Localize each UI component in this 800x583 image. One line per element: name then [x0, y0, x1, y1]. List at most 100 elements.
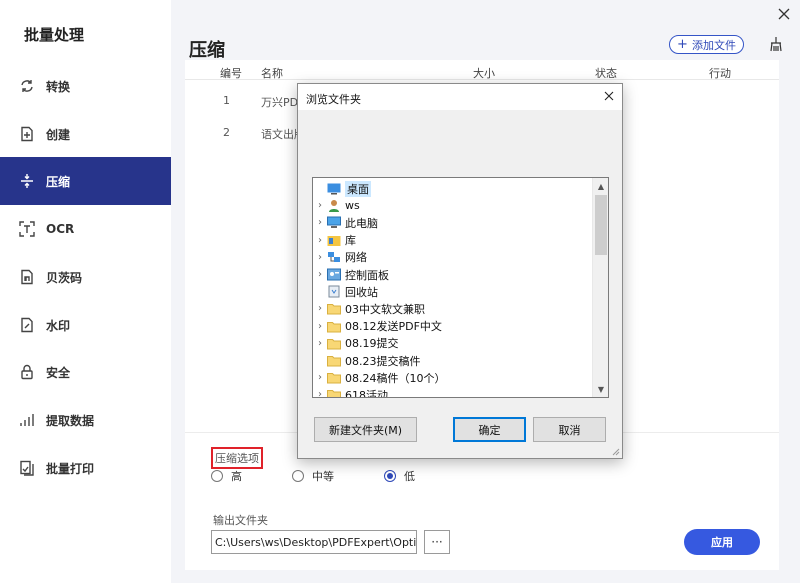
chevron-right-icon[interactable]: › — [313, 372, 327, 383]
folder-icon — [327, 302, 341, 315]
radio-label: 低 — [404, 470, 415, 483]
cancel-button[interactable]: 取消 — [533, 417, 606, 442]
tree-item[interactable]: › 网络 — [313, 249, 593, 266]
tree-item[interactable]: › ws — [313, 197, 593, 214]
tree-item-label: 控制面板 — [345, 268, 389, 282]
column-header-number: 编号 — [220, 67, 242, 80]
chevron-right-icon[interactable]: › — [313, 200, 327, 211]
sidebar-item-watermark[interactable]: 水印 — [0, 301, 171, 349]
ocr-icon — [18, 220, 36, 238]
sidebar-item-label: 转换 — [46, 79, 71, 94]
ok-button[interactable]: 确定 — [453, 417, 526, 442]
create-icon — [18, 125, 36, 143]
column-header-action: 行动 — [709, 67, 731, 80]
folder-icon — [327, 354, 341, 367]
radio-circle — [211, 470, 223, 482]
tree-item-label: 08.23提交稿件 — [345, 354, 421, 368]
chevron-right-icon[interactable]: › — [313, 389, 327, 397]
tree-item-label: ws — [345, 199, 360, 213]
tree-item-label: 08.19提交 — [345, 337, 399, 351]
compression-level-group: 高 中等 低 — [211, 468, 465, 484]
radio-medium[interactable]: 中等 — [292, 468, 334, 484]
output-folder-input[interactable]: C:\Users\ws\Desktop\PDFExpert\Optimi — [211, 530, 417, 554]
scroll-down-icon[interactable]: ▼ — [593, 381, 608, 397]
column-header-size: 大小 — [473, 67, 495, 80]
tree-scrollbar[interactable]: ▲ ▼ — [592, 178, 608, 397]
sidebar-item-label: OCR — [46, 222, 75, 236]
column-header-status: 状态 — [595, 67, 617, 80]
plus-icon: + — [677, 37, 688, 52]
chevron-right-icon[interactable]: › — [313, 235, 327, 246]
table-header: 编号 名称 大小 状态 行动 — [185, 60, 779, 80]
tree-item-label: 03中文软文兼职 — [345, 302, 425, 316]
scroll-thumb[interactable] — [595, 195, 607, 255]
close-icon[interactable] — [776, 6, 792, 22]
compression-options-label: 压缩选项 — [211, 447, 263, 469]
radio-low[interactable]: 低 — [384, 468, 415, 484]
radio-circle — [292, 470, 304, 482]
folder-icon — [327, 337, 341, 350]
tree-item[interactable]: 回收站 — [313, 283, 593, 300]
sidebar-item-label: 水印 — [46, 318, 71, 333]
sidebar-item-create[interactable]: 创建 — [0, 110, 171, 158]
sidebar-item-label: 贝茨码 — [46, 270, 83, 285]
browse-folder-dialog: 浏览文件夹 桌面 › ws › 此电脑 › 库 › 网络 › 控制面板 回收站 › 03中文软文兼职 › 08… — [297, 83, 623, 459]
radio-circle — [384, 470, 396, 482]
sidebar-title: 批量处理 — [24, 26, 85, 44]
sidebar-item-bates[interactable]: 贝茨码 — [0, 253, 171, 301]
chevron-right-icon[interactable]: › — [313, 252, 327, 263]
dialog-titlebar: 浏览文件夹 — [298, 84, 622, 110]
row-number: 2 — [223, 126, 230, 139]
sidebar-item-compress[interactable]: 压缩 — [0, 157, 171, 205]
dialog-close-icon[interactable] — [602, 89, 616, 103]
network-icon — [327, 251, 341, 264]
chevron-right-icon[interactable]: › — [313, 269, 327, 280]
chevron-right-icon[interactable]: › — [313, 217, 327, 228]
bar-chart-icon — [18, 411, 36, 429]
sidebar-item-label: 安全 — [46, 365, 71, 380]
chevron-right-icon[interactable]: › — [313, 303, 327, 314]
clear-list-icon[interactable] — [768, 36, 784, 52]
tree-item[interactable]: › 03中文软文兼职 — [313, 300, 593, 317]
tree-item-label: 08.12发送PDF中文 — [345, 320, 442, 334]
sidebar-item-label: 创建 — [46, 127, 71, 142]
apply-button[interactable]: 应用 — [684, 529, 760, 555]
tree-item-label: 此电脑 — [345, 216, 378, 230]
tree-item[interactable]: › 此电脑 — [313, 214, 593, 231]
sidebar-item-extract-data[interactable]: 提取数据 — [0, 396, 171, 444]
tree-item[interactable]: › 控制面板 — [313, 266, 593, 283]
tree-item[interactable]: 桌面 — [313, 180, 593, 197]
dialog-title: 浏览文件夹 — [306, 93, 361, 106]
resize-grip-icon[interactable] — [610, 446, 620, 456]
tree-item[interactable]: › 08.12发送PDF中文 — [313, 318, 593, 335]
computer-icon — [327, 216, 341, 229]
radio-label: 中等 — [312, 470, 334, 483]
folder-icon — [327, 320, 341, 333]
add-file-button[interactable]: + 添加文件 — [669, 35, 744, 54]
print-icon — [18, 459, 36, 477]
radio-high[interactable]: 高 — [211, 468, 242, 484]
sidebar-item-batch-print[interactable]: 批量打印 — [0, 444, 171, 492]
compress-icon — [18, 172, 36, 190]
sidebar-item-ocr[interactable]: OCR — [0, 205, 171, 253]
browse-folder-button[interactable]: ··· — [424, 530, 450, 554]
folder-tree[interactable]: 桌面 › ws › 此电脑 › 库 › 网络 › 控制面板 回收站 › 03中文软文兼职 › 08.12发送P… — [312, 177, 609, 398]
tree-item[interactable]: › 08.19提交 — [313, 335, 593, 352]
tree-item-label: 桌面 — [345, 180, 371, 197]
tree-item[interactable]: › 08.24稿件（10个） — [313, 369, 593, 386]
sidebar-item-security[interactable]: 安全 — [0, 348, 171, 396]
chevron-right-icon[interactable]: › — [313, 338, 327, 349]
tree-item[interactable]: 08.23提交稿件 — [313, 352, 593, 369]
new-folder-button[interactable]: 新建文件夹(M) — [314, 417, 417, 442]
tree-item-label: 库 — [345, 234, 356, 248]
tree-item[interactable]: › 库 — [313, 232, 593, 249]
row-number: 1 — [223, 94, 230, 107]
sidebar-item-label: 提取数据 — [46, 413, 95, 428]
scroll-up-icon[interactable]: ▲ — [593, 178, 608, 194]
row-name: 万兴PD — [261, 96, 299, 109]
column-header-name: 名称 — [261, 67, 283, 80]
tree-item[interactable]: › 618活动 — [313, 386, 593, 398]
chevron-right-icon[interactable]: › — [313, 321, 327, 332]
sidebar-item-convert[interactable]: 转换 — [0, 62, 171, 110]
tree-item-label: 618活动 — [345, 388, 388, 398]
